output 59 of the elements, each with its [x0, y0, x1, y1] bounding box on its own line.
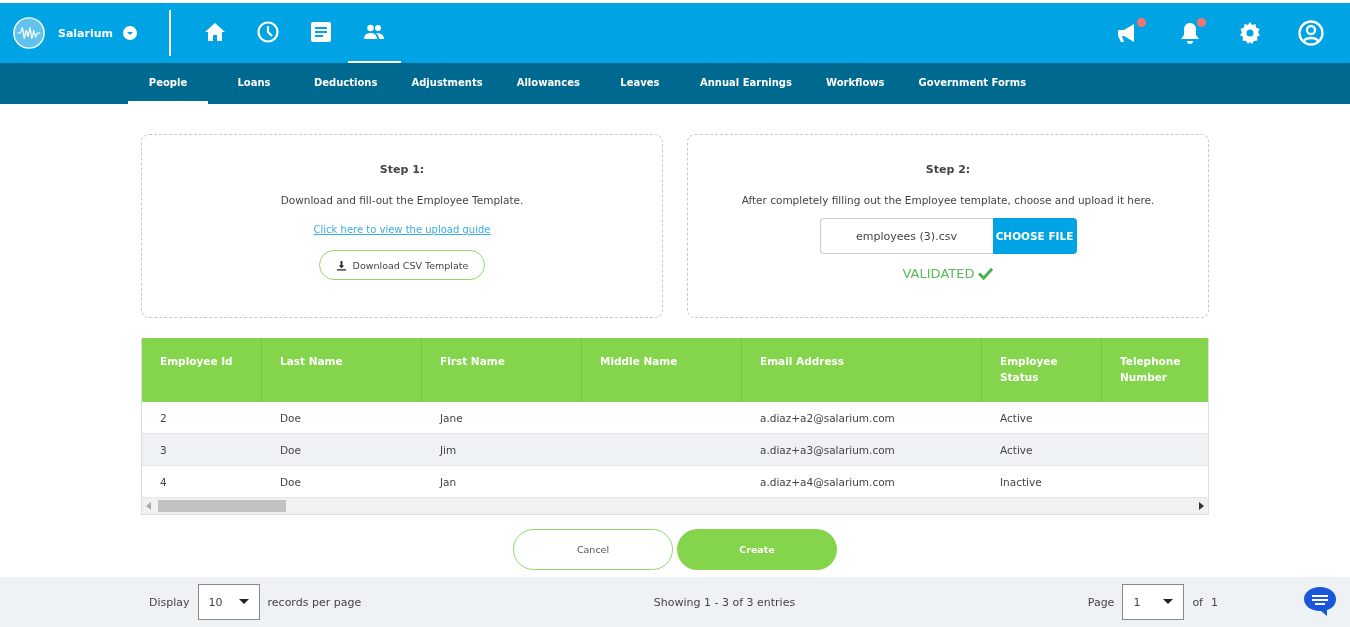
nav-tab[interactable]: Loans: [214, 63, 294, 104]
column-header: Email Address: [742, 338, 982, 402]
table-cell: Doe: [280, 475, 301, 488]
file-field[interactable]: employees (3).csv: [819, 218, 993, 254]
cancel-button[interactable]: Cancel: [513, 529, 673, 570]
step-title: Step 1:: [379, 163, 425, 176]
entries-summary: Showing 1 - 3 of 3 entries: [652, 595, 797, 609]
table-cell: Active: [1000, 411, 1033, 424]
of-label: of: [1192, 595, 1203, 609]
column-header: First Name: [422, 338, 582, 402]
page-label: Page: [1087, 595, 1115, 609]
nav-tab[interactable]: People: [128, 63, 208, 104]
step-title: Step 2:: [925, 163, 971, 176]
column-header: Telephone Number: [1102, 338, 1208, 402]
nav-tab[interactable]: Government Forms: [904, 63, 1041, 104]
nav-tab[interactable]: Allowances: [502, 63, 594, 104]
table-cell: a.diaz+a3@salarium.com: [760, 443, 895, 456]
table-cell: Jane: [440, 411, 463, 424]
settings-icon[interactable]: [1238, 21, 1262, 45]
nav-tab[interactable]: Deductions: [300, 63, 392, 104]
table-cell: 3: [160, 443, 167, 456]
column-header: Last Name: [262, 338, 422, 402]
table-cell: Active: [1000, 443, 1033, 456]
page-size-select[interactable]: 10: [197, 584, 260, 620]
table-cell: Doe: [280, 411, 301, 424]
dropdown-icon[interactable]: [123, 26, 138, 40]
step-text: Download and fill-out the Employee Template.: [280, 194, 524, 206]
caret-icon: [1163, 599, 1174, 605]
table-cell: 2: [160, 411, 167, 424]
records-label: records per page: [267, 595, 362, 609]
total-pages: 1: [1211, 595, 1218, 609]
caret-icon: [238, 599, 249, 605]
download-button[interactable]: Download CSV Template: [318, 250, 486, 280]
display-label: Display: [149, 595, 190, 609]
table-cell: Jim: [440, 443, 457, 456]
horizontal-scrollbar[interactable]: [142, 498, 1208, 514]
table-cell: Inactive: [1000, 475, 1042, 488]
column-header: Employee Id: [142, 338, 262, 402]
nav-tab[interactable]: Adjustments: [397, 63, 497, 104]
table-cell: 4: [160, 475, 167, 488]
nav-tab[interactable]: Annual Earnings: [685, 63, 806, 104]
scroll-right-icon[interactable]: [1198, 502, 1204, 510]
nav-tab[interactable]: Workflows: [811, 63, 899, 104]
scroll-left-icon[interactable]: [146, 502, 152, 510]
table-cell: Doe: [280, 443, 301, 456]
column-header: Employee Status: [982, 338, 1102, 402]
table-cell: a.diaz+a4@salarium.com: [760, 475, 895, 488]
company-name: Salarium: [58, 26, 114, 40]
column-header: Middle Name: [582, 338, 742, 402]
table-cell: Jan: [440, 475, 457, 488]
nav-tab[interactable]: Leaves: [599, 63, 680, 104]
step-text: After completely filling out the Employee template, choose and upload it here.: [741, 194, 1155, 206]
table-cell: a.diaz+a2@salarium.com: [760, 411, 895, 424]
chat-icon[interactable]: [1302, 585, 1338, 617]
logo-icon: [12, 16, 46, 50]
page-select[interactable]: 1: [1122, 584, 1185, 620]
validation-status: VALIDATED: [902, 266, 975, 281]
download-icon: [335, 259, 347, 271]
user-icon[interactable]: [1298, 20, 1324, 46]
